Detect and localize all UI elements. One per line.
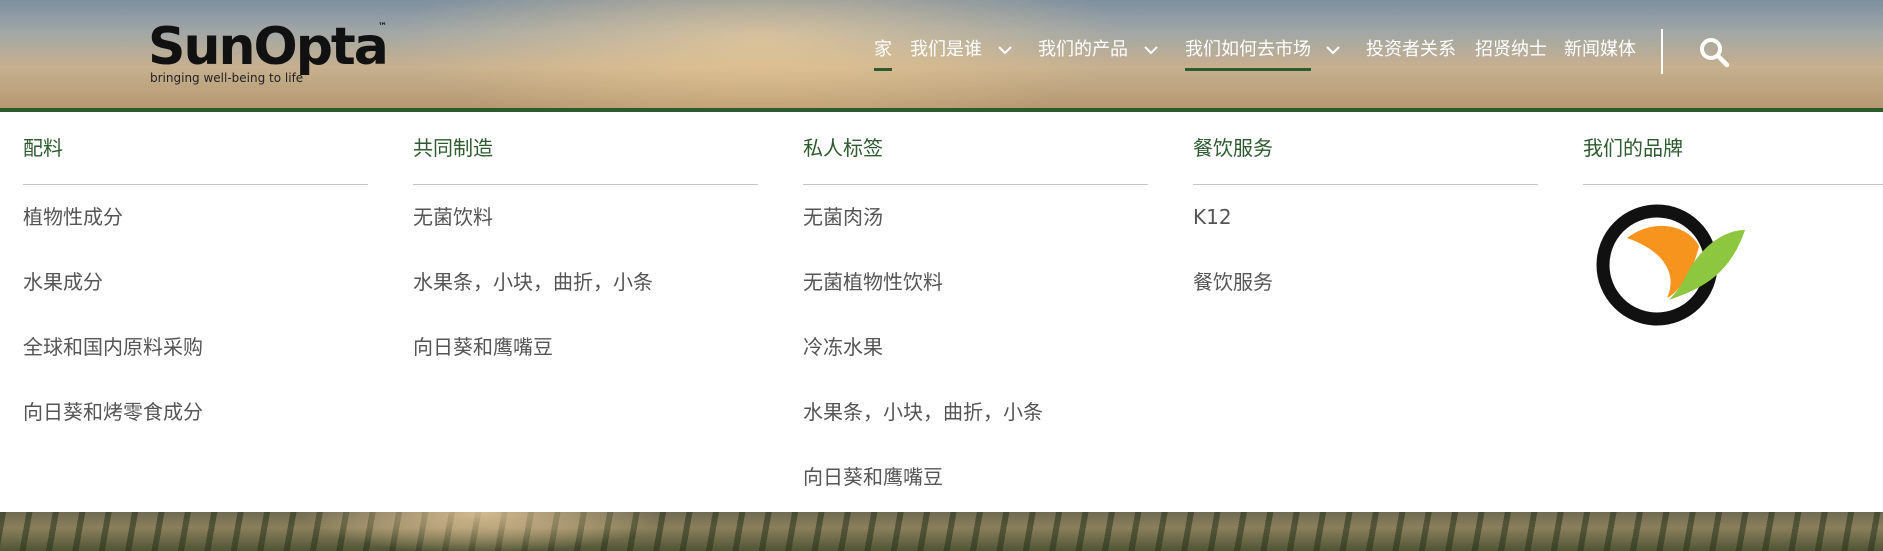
menu-link[interactable]: 向日葵和鹰嘴豆 [803, 464, 943, 490]
menu-link[interactable]: 水果条，小块，曲折，小条 [803, 399, 1043, 425]
field-sun-glow [0, 512, 1883, 551]
nav-item-news-media[interactable]: 新闻媒体 [1564, 38, 1636, 62]
menu-link[interactable]: 水果条，小块，曲折，小条 [413, 269, 653, 295]
logo-tagline: bringing well-being to life [150, 71, 304, 85]
menu-link[interactable]: 向日葵和烤零食成分 [23, 399, 203, 425]
search-icon[interactable] [1697, 35, 1731, 69]
nav-item-home[interactable]: 家 [874, 38, 892, 71]
sunopta-emblem-logo[interactable] [1595, 200, 1751, 330]
nav-item-our-products[interactable]: 我们的产品 [1038, 38, 1128, 62]
chevron-down-icon[interactable] [1324, 41, 1342, 59]
menu-column-title[interactable]: 我们的品牌 [1583, 135, 1683, 161]
site-header: SunOpta ™ bringing well-being to life 家 … [0, 0, 1883, 108]
menu-link[interactable]: 全球和国内原料采购 [23, 334, 203, 360]
column-divider [413, 184, 758, 185]
logo-trademark: ™ [378, 22, 387, 32]
menu-link[interactable]: 向日葵和鹰嘴豆 [413, 334, 553, 360]
menu-link[interactable]: 水果成分 [23, 269, 103, 295]
column-divider [803, 184, 1148, 185]
menu-link[interactable]: 无菌植物性饮料 [803, 269, 943, 295]
chevron-down-icon[interactable] [1142, 41, 1160, 59]
menu-link[interactable]: 无菌饮料 [413, 204, 493, 230]
sunopta-logo[interactable]: SunOpta ™ bringing well-being to life [148, 18, 398, 90]
nav-item-who-we-are[interactable]: 我们是谁 [910, 38, 982, 62]
menu-link[interactable]: 植物性成分 [23, 204, 123, 230]
menu-column-title[interactable]: 私人标签 [803, 135, 883, 161]
column-divider [1193, 184, 1538, 185]
menu-column-title[interactable]: 餐饮服务 [1193, 135, 1273, 161]
menu-link[interactable]: 无菌肉汤 [803, 204, 883, 230]
menu-link[interactable]: 冷冻水果 [803, 334, 883, 360]
nav-item-go-to-market[interactable]: 我们如何去市场 [1185, 38, 1311, 71]
nav-item-investor-relations[interactable]: 投资者关系 [1366, 38, 1456, 62]
nav-item-careers[interactable]: 招贤纳士 [1475, 38, 1547, 62]
column-divider [1583, 184, 1883, 185]
menu-column-title[interactable]: 配料 [23, 135, 63, 161]
menu-column-title[interactable]: 共同制造 [413, 135, 493, 161]
logo-wordmark: SunOpta [148, 17, 389, 77]
column-divider [23, 184, 368, 185]
chevron-down-icon[interactable] [996, 41, 1014, 59]
menu-link[interactable]: K12 [1193, 204, 1232, 230]
menu-link[interactable]: 餐饮服务 [1193, 269, 1273, 295]
nav-divider [1661, 29, 1663, 74]
